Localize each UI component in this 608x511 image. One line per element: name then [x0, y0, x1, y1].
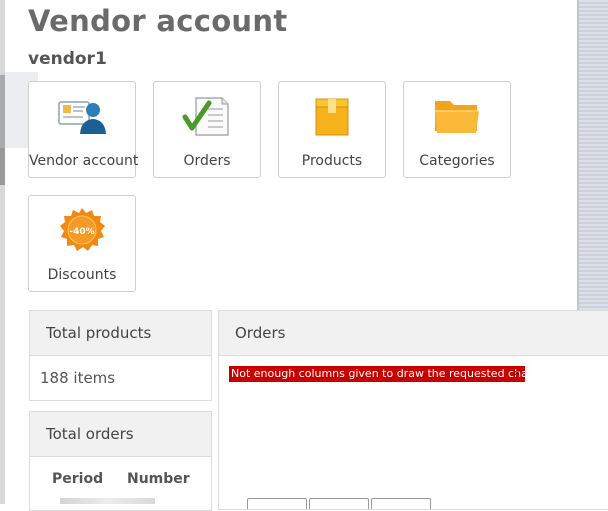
tile-categories-label: Categories: [419, 153, 495, 169]
products-box-icon: [279, 94, 385, 138]
orders-header: Orders: [219, 311, 608, 356]
orders-panel: Orders: [218, 310, 608, 510]
close-icon[interactable]: ×: [513, 366, 521, 382]
column-header-period[interactable]: Period: [52, 471, 103, 487]
vendor-name: vendor1: [28, 49, 107, 69]
total-products-header: Total products: [30, 311, 211, 356]
tile-categories[interactable]: Categories: [403, 81, 511, 178]
tile-products-label: Products: [301, 153, 363, 169]
tile-products[interactable]: Products: [278, 81, 386, 178]
tile-discounts-label: Discounts: [47, 267, 117, 283]
tile-discounts[interactable]: -40% Discounts: [28, 195, 136, 292]
tile-orders[interactable]: Orders: [153, 81, 261, 178]
orders-checklist-icon: [154, 94, 260, 138]
footer-blur: [60, 498, 155, 504]
right-scroll-strip[interactable]: [579, 0, 608, 310]
total-products-panel: Total products 188 items: [29, 310, 212, 401]
page-title: Vendor account: [28, 4, 288, 38]
total-orders-panel: Total orders: [29, 411, 212, 511]
categories-folder-icon: [404, 94, 510, 138]
vendor-account-icon: [29, 94, 135, 138]
column-header-number[interactable]: Number: [127, 471, 190, 487]
tile-vendor-account[interactable]: Vendor account: [28, 81, 139, 178]
tile-vendor-account-label: Vendor account: [29, 153, 139, 169]
total-products-value: 188 items: [40, 369, 116, 387]
tile-orders-label: Orders: [183, 153, 231, 169]
chart-error-text: Not enough columns given to draw the req…: [231, 367, 541, 380]
chart-error-message: Not enough columns given to draw the req…: [229, 366, 540, 382]
discount-badge-text: -40%: [69, 227, 94, 237]
total-orders-header: Total orders: [30, 412, 211, 457]
discount-badge-icon: -40%: [29, 208, 135, 252]
